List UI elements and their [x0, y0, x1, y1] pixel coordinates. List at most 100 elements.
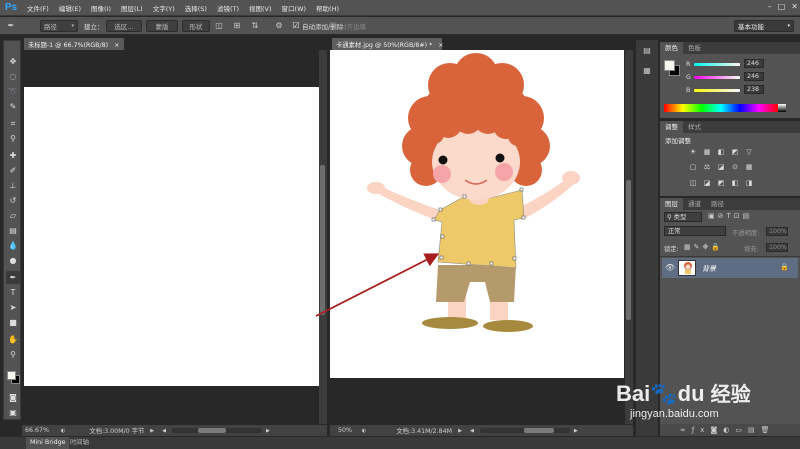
- foreground-color-swatch[interactable]: [7, 371, 16, 380]
- workspace-select[interactable]: 基本功能 ▾: [734, 20, 794, 32]
- foreground-color-chip[interactable]: [664, 60, 675, 71]
- pen-tool-preset-icon[interactable]: ✒: [6, 21, 16, 31]
- document-2-scroll-thumb[interactable]: [626, 180, 631, 320]
- eye-icon[interactable]: 👁: [665, 263, 675, 272]
- layer-filter-select[interactable]: ⚲ 类型: [664, 212, 702, 222]
- status-menu-arrow-icon[interactable]: ▶: [150, 428, 154, 434]
- tab-color[interactable]: 颜色: [660, 42, 683, 54]
- fill-input[interactable]: 100%: [766, 243, 788, 252]
- zoom-tool-icon[interactable]: ⚲: [6, 348, 20, 361]
- move-tool-icon[interactable]: ✥: [6, 55, 20, 68]
- levels-icon[interactable]: ▦: [702, 148, 712, 157]
- channel-b-slider[interactable]: [694, 89, 740, 92]
- tab-mini-bridge[interactable]: Mini Bridge: [26, 437, 70, 449]
- scroll-left-arrow-icon[interactable]: ◀: [470, 428, 474, 434]
- opacity-input[interactable]: 100%: [766, 227, 788, 236]
- screen-mode-icon[interactable]: ▣: [6, 406, 20, 419]
- menu-image[interactable]: 图像(I): [86, 3, 116, 13]
- close-icon[interactable]: ×: [114, 42, 119, 49]
- maximize-button[interactable]: □: [778, 2, 786, 11]
- menu-layer[interactable]: 图层(L): [116, 3, 148, 13]
- path-selection-tool-icon[interactable]: ➤: [6, 301, 20, 314]
- quick-select-tool-icon[interactable]: ✎: [6, 100, 20, 113]
- grayscale-ramp[interactable]: [778, 104, 786, 112]
- align-edges-checkbox[interactable]: ☐: [328, 21, 338, 31]
- document-2-workspace[interactable]: [330, 50, 625, 424]
- menu-help[interactable]: 帮助(H): [311, 3, 344, 13]
- layer-row[interactable]: 👁 背景 🔒: [662, 258, 798, 278]
- healing-brush-tool-icon[interactable]: ✚: [6, 149, 20, 162]
- vibrance-icon[interactable]: ▽: [744, 148, 754, 157]
- hue-saturation-icon[interactable]: ▢: [688, 163, 698, 172]
- pen-tool-icon[interactable]: ✒: [6, 271, 20, 284]
- tab-paths[interactable]: 路径: [706, 198, 729, 210]
- menu-filter[interactable]: 滤镜(T): [212, 3, 244, 13]
- history-panel-icon[interactable]: ▤: [640, 46, 654, 58]
- tab-layers[interactable]: 图层: [660, 198, 683, 210]
- layer-name[interactable]: 背景: [702, 264, 716, 274]
- tab-swatches[interactable]: 色板: [683, 42, 706, 54]
- document-2-zoom[interactable]: 50%: [338, 427, 352, 434]
- tab-channels[interactable]: 通道: [683, 198, 706, 210]
- layer-filter-icons[interactable]: ▣⊘T⊡▤: [708, 212, 752, 220]
- path-arrangement-icon[interactable]: ⇅: [250, 21, 260, 31]
- photo-filter-icon[interactable]: ⊙: [730, 163, 740, 172]
- menu-view[interactable]: 视图(V): [244, 3, 277, 13]
- tab-styles[interactable]: 样式: [683, 121, 706, 133]
- close-window-button[interactable]: ✕: [791, 2, 798, 11]
- lock-icons[interactable]: ▦✎✥🔒: [684, 243, 723, 251]
- menu-edit[interactable]: 编辑(E): [54, 3, 86, 13]
- path-alignment-icon[interactable]: ⊞: [232, 21, 242, 31]
- document-2-status-icon[interactable]: ◐: [362, 428, 366, 434]
- menu-type[interactable]: 文字(Y): [148, 3, 180, 13]
- blend-mode-select[interactable]: 正常: [664, 226, 726, 236]
- eraser-tool-icon[interactable]: ▱: [6, 209, 20, 222]
- hand-tool-icon[interactable]: ✋: [6, 333, 20, 346]
- document-2-hscroll[interactable]: [479, 428, 570, 433]
- scroll-right-arrow-icon[interactable]: ▶: [266, 428, 270, 434]
- document-1-hscroll-thumb[interactable]: [198, 428, 227, 433]
- dodge-tool-icon[interactable]: ●: [6, 254, 20, 267]
- eyedropper-tool-icon[interactable]: ⚲: [6, 132, 20, 145]
- exposure-icon[interactable]: ◩: [730, 148, 740, 157]
- marquee-tool-icon[interactable]: ◌: [6, 70, 20, 83]
- channel-g-input[interactable]: 246: [744, 72, 764, 81]
- lasso-tool-icon[interactable]: ➰: [6, 85, 20, 98]
- channel-r-input[interactable]: 246: [744, 59, 764, 68]
- close-icon[interactable]: ×: [438, 42, 443, 49]
- channel-mixer-icon[interactable]: ▦: [744, 163, 754, 172]
- shape-tool-icon[interactable]: ■: [6, 316, 20, 329]
- make-selection-button[interactable]: 选区...: [106, 20, 142, 32]
- tab-adjustments[interactable]: 调整: [660, 121, 683, 133]
- menu-file[interactable]: 文件(F): [22, 3, 54, 13]
- gradient-tool-icon[interactable]: ▤: [6, 224, 20, 237]
- menu-select[interactable]: 选择(S): [180, 3, 212, 13]
- threshold-icon[interactable]: ◩: [716, 179, 726, 188]
- channel-r-slider[interactable]: [694, 63, 740, 66]
- tab-timeline[interactable]: 时间轴: [66, 437, 93, 449]
- document-1-zoom[interactable]: 66.67%: [25, 427, 49, 434]
- blur-tool-icon[interactable]: 💧: [6, 239, 20, 252]
- curves-icon[interactable]: ◧: [716, 148, 726, 157]
- document-1-canvas[interactable]: [24, 87, 320, 386]
- crop-tool-icon[interactable]: ⌗: [6, 117, 20, 130]
- history-brush-tool-icon[interactable]: ↺: [6, 194, 20, 207]
- gear-icon[interactable]: ⚙: [274, 21, 284, 31]
- scroll-right-arrow-icon[interactable]: ▶: [574, 428, 578, 434]
- document-2-canvas[interactable]: [330, 50, 624, 378]
- menu-window[interactable]: 窗口(W): [277, 3, 312, 13]
- color-balance-icon[interactable]: ⚖: [702, 163, 712, 172]
- selective-color-icon[interactable]: ◨: [744, 179, 754, 188]
- document-2-scrollbar[interactable]: [625, 50, 633, 424]
- brush-tool-icon[interactable]: ✐: [6, 164, 20, 177]
- gradient-map-icon[interactable]: ◧: [730, 179, 740, 188]
- tab-document-1[interactable]: 未标题-1 @ 66.7%(RGB/8) ×: [24, 38, 124, 50]
- make-mask-button[interactable]: 蒙版: [146, 20, 178, 32]
- quick-mask-icon[interactable]: ◙: [6, 391, 20, 404]
- invert-icon[interactable]: ◫: [688, 179, 698, 188]
- status-menu-arrow-icon[interactable]: ▶: [458, 428, 462, 434]
- document-1-hscroll[interactable]: [172, 428, 263, 433]
- autoadd-checkbox[interactable]: ☑: [291, 21, 301, 31]
- properties-panel-icon[interactable]: ▦: [640, 66, 654, 78]
- document-1-workspace[interactable]: [22, 50, 320, 424]
